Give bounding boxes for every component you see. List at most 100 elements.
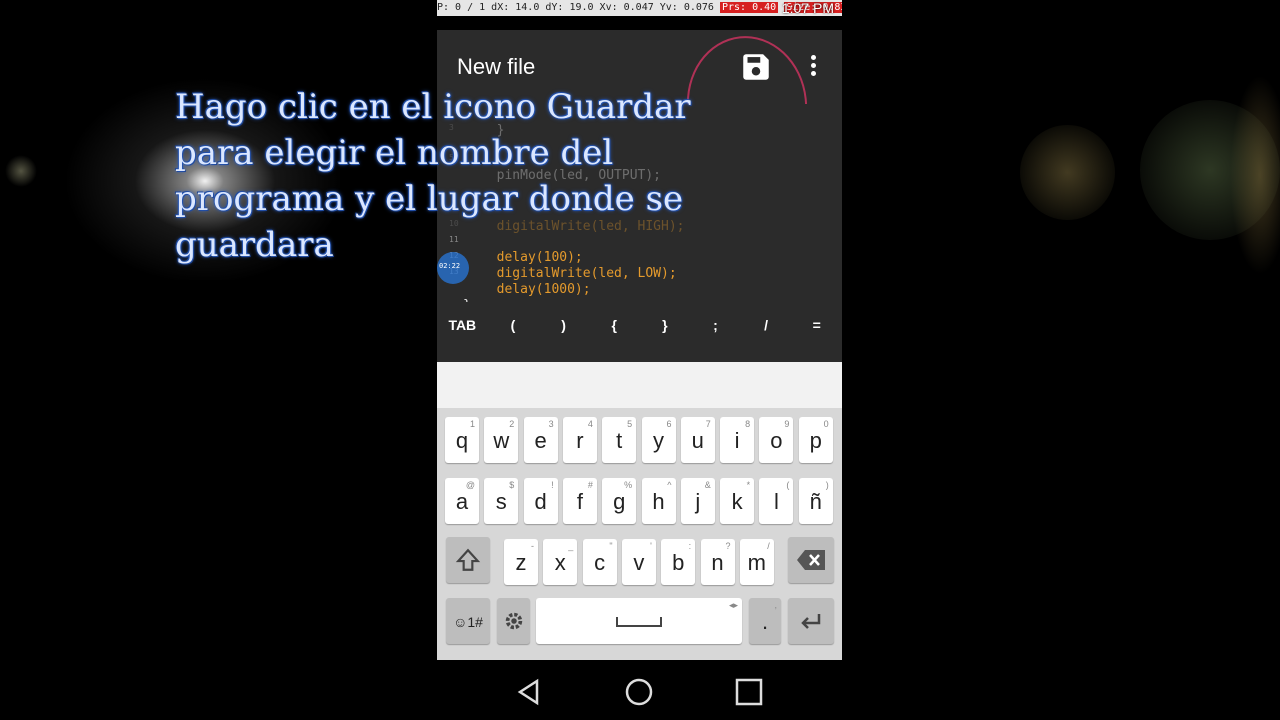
key-y[interactable]: 6y xyxy=(641,417,676,463)
more-vert-icon[interactable] xyxy=(801,52,825,82)
key-label: m xyxy=(747,550,766,575)
period-key[interactable]: , . xyxy=(749,598,781,644)
key-label: v xyxy=(633,550,645,575)
symbol-key-close-brace[interactable]: } xyxy=(640,317,691,333)
key-hint: _ xyxy=(568,541,574,551)
key-z[interactable]: -z xyxy=(504,539,538,585)
key-x[interactable]: _ x xyxy=(543,539,578,585)
key-hint: 3 xyxy=(548,419,554,429)
shift-key[interactable] xyxy=(446,537,490,583)
key-u[interactable]: 7u xyxy=(680,417,715,463)
key-label: c xyxy=(594,550,606,575)
key-hint: 4 xyxy=(587,419,593,429)
key-c[interactable]: " c xyxy=(582,539,617,585)
page-title: New file xyxy=(457,54,536,79)
key-a[interactable]: @ a xyxy=(445,478,479,524)
key-j[interactable]: & j xyxy=(680,478,715,524)
space-icon xyxy=(616,617,662,627)
clock: 1:07 PM xyxy=(781,0,834,16)
editor-gap xyxy=(437,348,842,362)
key-hint: % xyxy=(624,480,633,490)
caption-line: para elegir el nombre del xyxy=(175,133,614,173)
pointer-debug-text: P: 0 / 1 dX: 14.0 dY: 19.0 Xv: 0.047 Yv:… xyxy=(437,2,714,13)
key-m[interactable]: / m xyxy=(739,539,774,585)
key-q[interactable]: 1q xyxy=(445,417,479,463)
key-hint: 2 xyxy=(509,419,515,429)
key-v[interactable]: ' v xyxy=(621,539,656,585)
key-label: o xyxy=(770,428,783,453)
key-label: r xyxy=(576,428,584,453)
symbol-key-semicolon[interactable]: ; xyxy=(690,317,741,333)
key-b[interactable]: :b xyxy=(661,539,696,585)
key-t[interactable]: 5t xyxy=(602,417,637,463)
pressure-readout: Prs: 0.40 xyxy=(719,2,779,13)
symbol-key-slash[interactable]: / xyxy=(741,317,792,333)
key-hint: " xyxy=(609,541,613,551)
key-label: j xyxy=(695,489,701,514)
emoji-symbols-key[interactable]: ☺1# xyxy=(446,598,490,644)
key-p[interactable]: 0p xyxy=(798,417,833,463)
key-label: k xyxy=(731,489,743,514)
caption-line: guardara xyxy=(175,225,334,265)
key-ñ[interactable]: ) ñ xyxy=(798,478,833,524)
shift-icon xyxy=(455,548,481,571)
key-hint: ) xyxy=(825,480,829,490)
key-d[interactable]: ! d xyxy=(523,478,558,524)
key-o[interactable]: 9o xyxy=(759,417,794,463)
backspace-key[interactable] xyxy=(788,537,834,583)
key-label: t xyxy=(616,428,623,453)
back-icon[interactable] xyxy=(515,678,543,706)
key-g[interactable]: % g xyxy=(602,478,637,524)
key-hint: 1 xyxy=(469,419,475,429)
key-hint: ? xyxy=(725,541,731,551)
code-line: } xyxy=(437,268,842,302)
key-h[interactable]: ^ h xyxy=(641,478,676,524)
key-r[interactable]: 4r xyxy=(562,417,597,463)
key-hint: ' xyxy=(650,541,652,551)
key-l[interactable]: (l xyxy=(759,478,794,524)
key-k[interactable]: * k xyxy=(720,478,755,524)
enter-key[interactable] xyxy=(788,598,834,644)
symbol-key-equals[interactable]: = xyxy=(791,317,842,333)
key-i[interactable]: 8i xyxy=(720,417,755,463)
key-label: l xyxy=(773,489,779,514)
key-hint: # xyxy=(587,480,593,490)
symbol-key-tab[interactable]: TAB xyxy=(437,317,488,333)
space-key[interactable]: ◂▸ xyxy=(536,598,742,644)
key-label: d xyxy=(534,489,547,514)
key-e[interactable]: 3e xyxy=(523,417,558,463)
key-label: a xyxy=(455,489,469,514)
symbol-key-open-paren[interactable]: ( xyxy=(488,317,539,333)
settings-key[interactable] xyxy=(497,598,530,644)
key-hint: 5 xyxy=(627,419,633,429)
key-label: x xyxy=(554,550,566,575)
key-hint: / xyxy=(767,541,770,551)
key-label: i xyxy=(734,428,740,453)
symbol-key-open-brace[interactable]: { xyxy=(589,317,640,333)
key-label: p xyxy=(809,428,822,453)
key-hint: ! xyxy=(551,480,554,490)
key-hint: ^ xyxy=(667,480,672,490)
key-hint: * xyxy=(746,480,751,490)
key-n[interactable]: ? n xyxy=(700,539,735,585)
caption-line: Hago clic en el icono Guardar xyxy=(175,87,691,127)
key-label: s xyxy=(495,489,507,514)
key-f[interactable]: # f xyxy=(562,478,597,524)
symbol-bar: TAB ( ) { } ; / = xyxy=(437,302,842,348)
key-s[interactable]: $ s xyxy=(484,478,519,524)
bokeh-light xyxy=(5,155,37,187)
key-label: w xyxy=(493,428,510,453)
key-label: z xyxy=(515,550,527,575)
key-label: h xyxy=(652,489,665,514)
symbol-key-close-paren[interactable]: ) xyxy=(538,317,589,333)
key-label: b xyxy=(672,550,685,575)
backspace-icon xyxy=(797,550,825,570)
key-hint: @ xyxy=(465,480,475,490)
recents-icon[interactable] xyxy=(735,678,763,706)
key-hint: ( xyxy=(786,480,790,490)
status-bar: P: 0 / 1 dX: 14.0 dY: 19.0 Xv: 0.047 Yv:… xyxy=(437,0,842,16)
home-icon[interactable] xyxy=(625,678,653,706)
bokeh-light xyxy=(1230,75,1280,275)
navigation-bar xyxy=(437,660,842,720)
key-w[interactable]: 2w xyxy=(484,417,519,463)
